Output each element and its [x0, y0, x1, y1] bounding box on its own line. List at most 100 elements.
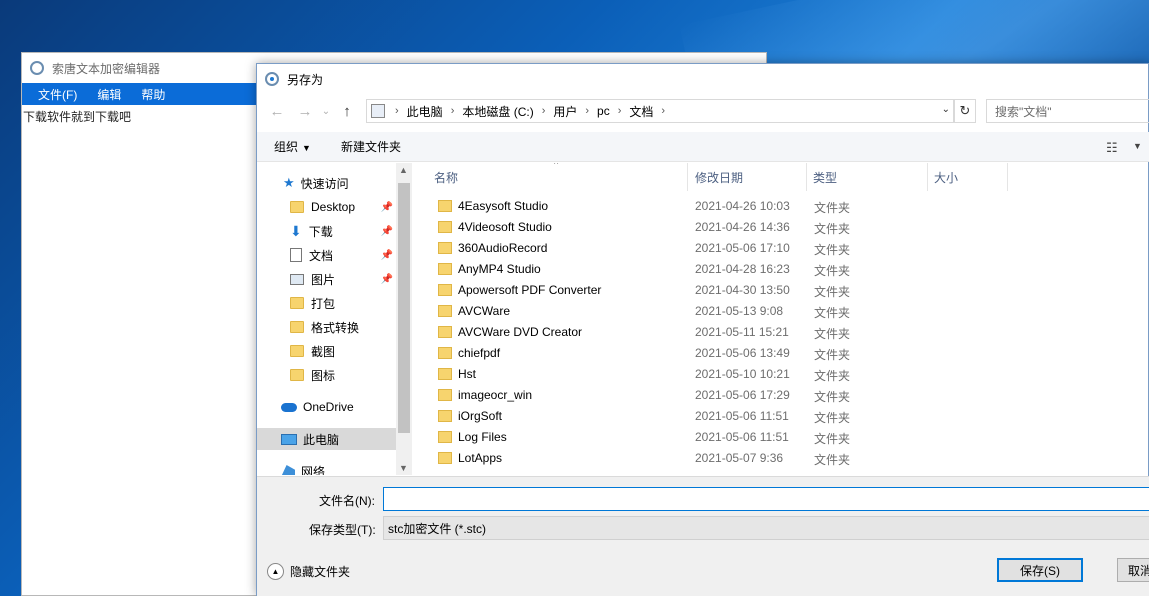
nav-item-documents[interactable]: 文档 📌	[257, 244, 397, 266]
breadcrumb-this-pc[interactable]: 此电脑	[407, 103, 443, 120]
folder-icon	[438, 200, 452, 212]
view-options-icon[interactable]: ☷	[1106, 140, 1118, 156]
pin-icon: 📌	[381, 250, 393, 261]
chevron-right-icon[interactable]: ›	[451, 105, 455, 117]
file-name: imageocr_win	[458, 388, 532, 402]
save-button[interactable]: 保存(S)	[997, 558, 1083, 582]
file-type: 文件夹	[814, 262, 850, 279]
file-name: Apowersoft PDF Converter	[458, 283, 601, 297]
up-arrow-icon[interactable]: ↑	[333, 99, 361, 123]
forward-arrow-icon[interactable]: →	[291, 99, 319, 123]
breadcrumb-c-drive[interactable]: 本地磁盘 (C:)	[462, 103, 533, 120]
folder-icon	[438, 389, 452, 401]
save-as-dialog: 另存为 ← → ⌄ ↑ › 此电脑 › 本地磁盘 (C:) › 用户 › pc …	[256, 63, 1149, 596]
pin-icon: 📌	[381, 202, 393, 213]
file-row[interactable]: 4Videosoft Studio 2021-04-26 14:36 文件夹	[416, 217, 1149, 238]
chevron-right-icon[interactable]: ›	[585, 105, 589, 117]
file-row[interactable]: AVCWare 2021-05-13 9:08 文件夹	[416, 301, 1149, 322]
chevron-right-icon[interactable]: ›	[618, 105, 622, 117]
recent-dropdown-icon[interactable]: ⌄	[319, 99, 333, 123]
filename-label: 文件名(N):	[319, 492, 375, 509]
chevron-right-icon[interactable]: ›	[542, 105, 546, 117]
app-logo-icon	[30, 61, 44, 75]
file-row[interactable]: AnyMP4 Studio 2021-04-28 16:23 文件夹	[416, 259, 1149, 280]
folder-icon	[438, 431, 452, 443]
filename-input[interactable]	[383, 487, 1149, 511]
menu-edit[interactable]: 编辑	[87, 86, 131, 103]
nav-quick-access[interactable]: ★ 快速访问	[257, 172, 397, 194]
file-name: AVCWare	[458, 304, 510, 318]
file-name: iOrgSoft	[458, 409, 502, 423]
file-type: 文件夹	[814, 199, 850, 216]
scroll-thumb[interactable]	[398, 183, 410, 433]
nav-item-desktop[interactable]: Desktop 📌	[257, 196, 397, 218]
cancel-button[interactable]: 取消	[1117, 558, 1149, 582]
menu-file[interactable]: 文件(F)	[28, 86, 87, 103]
file-name: Log Files	[458, 430, 507, 444]
filetype-select[interactable]: stc加密文件 (*.stc)	[383, 516, 1149, 540]
file-name-cell: AnyMP4 Studio	[438, 262, 541, 276]
back-arrow-icon[interactable]: ←	[263, 99, 291, 123]
view-dropdown-icon[interactable]: ▼	[1133, 141, 1142, 151]
nav-item-pictures[interactable]: 图片 📌	[257, 268, 397, 290]
nav-onedrive[interactable]: OneDrive	[257, 396, 397, 418]
nav-item-icons[interactable]: 图标	[257, 364, 397, 386]
app-title: 索唐文本加密编辑器	[52, 60, 160, 77]
file-date: 2021-05-11 15:21	[695, 325, 789, 339]
column-date[interactable]: 修改日期	[688, 163, 807, 191]
file-row[interactable]: AVCWare DVD Creator 2021-05-11 15:21 文件夹	[416, 322, 1149, 343]
file-date: 2021-05-06 11:51	[695, 430, 789, 444]
file-name-cell: imageocr_win	[438, 388, 532, 402]
file-row[interactable]: 360AudioRecord 2021-05-06 17:10 文件夹	[416, 238, 1149, 259]
hide-folders-toggle[interactable]: ▲ 隐藏文件夹	[267, 563, 350, 580]
file-row[interactable]: Log Files 2021-05-06 11:51 文件夹	[416, 427, 1149, 448]
scroll-down-icon[interactable]: ▼	[399, 463, 408, 473]
chevron-right-icon[interactable]: ›	[661, 105, 665, 117]
nav-item-pack[interactable]: 打包	[257, 292, 397, 314]
nav-label: 格式转换	[311, 319, 359, 336]
nav-this-pc[interactable]: 此电脑	[257, 428, 397, 450]
nav-item-format-convert[interactable]: 格式转换	[257, 316, 397, 338]
nav-item-screenshots[interactable]: 截图	[257, 340, 397, 362]
nav-network[interactable]: 网络	[257, 460, 397, 475]
folder-icon	[290, 201, 304, 213]
file-name: AVCWare DVD Creator	[458, 325, 582, 339]
folder-icon	[438, 410, 452, 422]
file-name-cell: AVCWare	[438, 304, 510, 318]
column-name[interactable]: 名称	[416, 163, 688, 191]
nav-scrollbar[interactable]: ▲ ▼	[396, 163, 412, 475]
scroll-up-icon[interactable]: ▲	[399, 165, 408, 175]
new-folder-button[interactable]: 新建文件夹	[341, 138, 401, 155]
address-dropdown-icon[interactable]: ⌄	[942, 104, 950, 115]
column-type[interactable]: 类型	[807, 163, 928, 191]
column-size[interactable]: 大小	[928, 163, 1008, 191]
search-input[interactable]: 搜索"文档"	[986, 99, 1149, 123]
file-date: 2021-04-30 13:50	[695, 283, 790, 297]
refresh-icon[interactable]: ↻	[954, 99, 976, 123]
folder-icon	[290, 345, 304, 357]
file-date: 2021-05-07 9:36	[695, 451, 783, 465]
nav-label: OneDrive	[303, 400, 354, 414]
file-name: 360AudioRecord	[458, 241, 547, 255]
file-row[interactable]: imageocr_win 2021-05-06 17:29 文件夹	[416, 385, 1149, 406]
file-name: 4Easysoft Studio	[458, 199, 548, 213]
pin-icon: 📌	[381, 226, 393, 237]
file-date: 2021-05-06 17:10	[695, 241, 790, 255]
file-row[interactable]: LotApps 2021-05-07 9:36 文件夹	[416, 448, 1149, 469]
file-row[interactable]: Hst 2021-05-10 10:21 文件夹	[416, 364, 1149, 385]
menu-help[interactable]: 帮助	[131, 86, 175, 103]
breadcrumb-documents[interactable]: 文档	[629, 103, 653, 120]
file-row[interactable]: 4Easysoft Studio 2021-04-26 10:03 文件夹	[416, 196, 1149, 217]
nav-item-downloads[interactable]: ⬇ 下载 📌	[257, 220, 397, 242]
file-row[interactable]: chiefpdf 2021-05-06 13:49 文件夹	[416, 343, 1149, 364]
file-row[interactable]: iOrgSoft 2021-05-06 11:51 文件夹	[416, 406, 1149, 427]
picture-icon	[290, 274, 304, 285]
file-row[interactable]: Apowersoft PDF Converter 2021-04-30 13:5…	[416, 280, 1149, 301]
organize-button[interactable]: 组织▼	[274, 138, 311, 155]
column-header: ^ 名称 修改日期 类型 大小	[416, 163, 1149, 191]
caret-down-icon: ▼	[302, 143, 311, 153]
breadcrumb-users[interactable]: 用户	[553, 103, 577, 120]
address-bar[interactable]: › 此电脑 › 本地磁盘 (C:) › 用户 › pc › 文档 › ⌄	[366, 99, 954, 123]
chevron-right-icon[interactable]: ›	[395, 105, 399, 117]
breadcrumb-pc[interactable]: pc	[597, 104, 610, 118]
